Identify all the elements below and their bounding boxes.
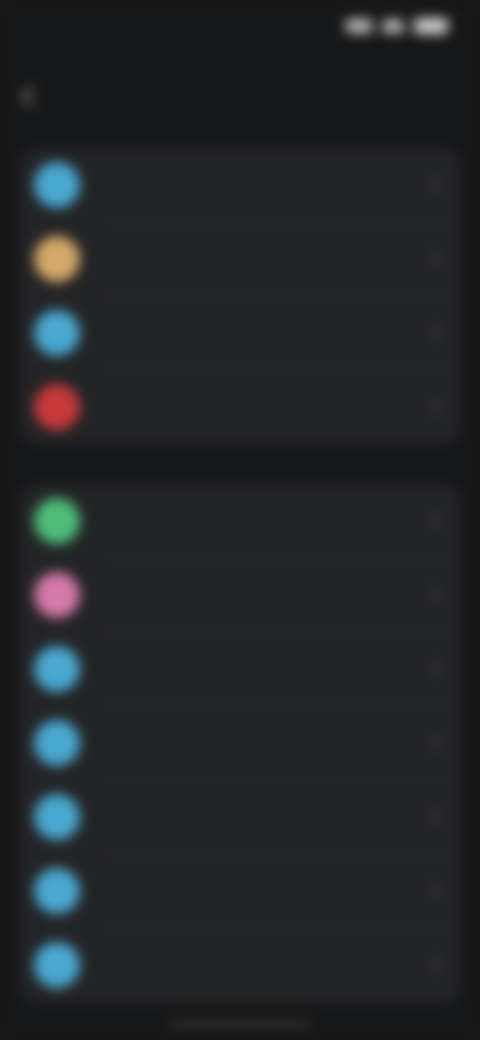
chevron-right-icon — [424, 398, 441, 415]
chevron-right-icon — [424, 324, 441, 341]
chevron-right-icon — [424, 512, 441, 529]
settings-row[interactable] — [20, 370, 460, 444]
chevron-right-icon — [424, 176, 441, 193]
chevron-right-icon — [424, 586, 441, 603]
navigation-bar — [0, 60, 480, 130]
settings-icon — [34, 162, 80, 208]
settings-row[interactable] — [20, 854, 460, 928]
settings-icon — [34, 720, 80, 766]
status-icons — [346, 18, 448, 34]
signal-icon — [346, 19, 372, 33]
settings-row[interactable] — [20, 706, 460, 780]
settings-icon — [34, 868, 80, 914]
settings-row[interactable] — [20, 780, 460, 854]
chevron-right-icon — [424, 808, 441, 825]
back-button[interactable] — [20, 80, 68, 112]
wifi-icon — [382, 19, 404, 33]
status-bar — [0, 0, 480, 58]
settings-icon — [34, 646, 80, 692]
home-indicator — [170, 1022, 310, 1027]
settings-row[interactable] — [20, 558, 460, 632]
app-icon — [34, 498, 80, 544]
chevron-right-icon — [424, 660, 441, 677]
settings-icon — [34, 942, 80, 988]
settings-icon — [34, 310, 80, 356]
app-icon — [34, 236, 80, 282]
chevron-right-icon — [424, 882, 441, 899]
app-icon — [34, 572, 80, 618]
chevron-right-icon — [424, 250, 441, 267]
settings-group-2 — [20, 484, 460, 1002]
settings-screen — [0, 0, 480, 1040]
settings-row[interactable] — [20, 632, 460, 706]
chevron-right-icon — [424, 734, 441, 751]
chevron-left-icon — [20, 85, 43, 107]
battery-icon — [414, 18, 448, 34]
settings-icon — [34, 794, 80, 840]
settings-row[interactable] — [20, 484, 460, 558]
chevron-right-icon — [424, 956, 441, 973]
settings-row[interactable] — [20, 222, 460, 296]
settings-row[interactable] — [20, 148, 460, 222]
app-icon — [34, 384, 80, 430]
settings-row[interactable] — [20, 928, 460, 1002]
settings-group-1 — [20, 148, 460, 444]
settings-row[interactable] — [20, 296, 460, 370]
